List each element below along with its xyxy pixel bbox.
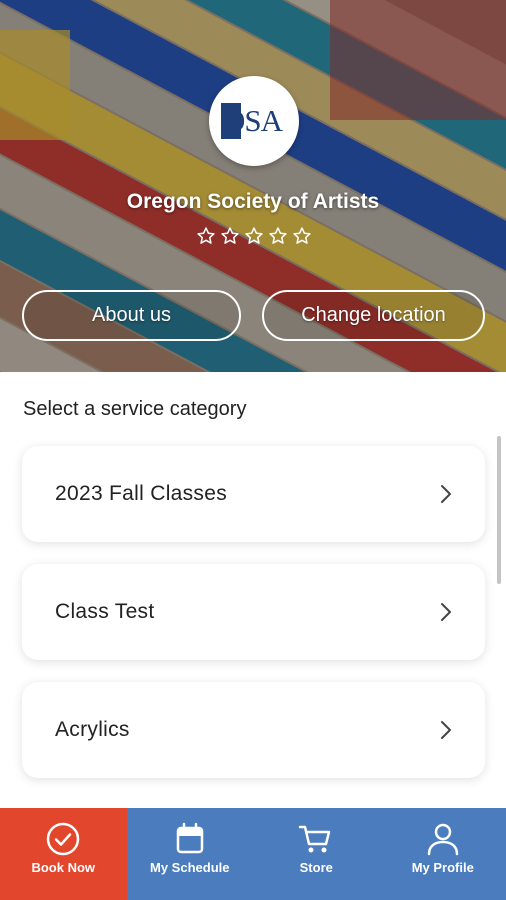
logo-text: OSA bbox=[223, 103, 283, 138]
star-icon bbox=[221, 227, 239, 244]
nav-store[interactable]: Store bbox=[253, 808, 380, 900]
user-icon bbox=[427, 823, 458, 856]
section-title: Select a service category bbox=[23, 398, 247, 420]
star-icon bbox=[197, 227, 215, 244]
category-label: Acrylics bbox=[55, 718, 130, 741]
about-us-button[interactable]: About us bbox=[22, 290, 241, 341]
nav-my-profile[interactable]: My Profile bbox=[380, 808, 506, 900]
star-icon bbox=[293, 227, 311, 244]
category-label: Class Test bbox=[55, 600, 155, 623]
organization-logo: OSA bbox=[209, 76, 299, 166]
hero-banner: OSA Oregon Society of Artists About us C… bbox=[0, 0, 506, 372]
calendar-icon bbox=[176, 822, 203, 854]
nav-label: Book Now bbox=[31, 860, 96, 875]
category-card[interactable]: 2023 Fall Classes bbox=[22, 446, 485, 542]
scrollbar[interactable] bbox=[497, 436, 501, 584]
cart-icon bbox=[299, 825, 331, 853]
nav-label: My Schedule bbox=[150, 860, 230, 875]
chevron-right-icon bbox=[441, 603, 451, 621]
nav-label: My Profile bbox=[411, 860, 474, 875]
category-label: 2023 Fall Classes bbox=[55, 482, 228, 505]
nav-label: Store bbox=[299, 860, 333, 875]
organization-name: Oregon Society of Artists bbox=[126, 190, 380, 213]
nav-my-schedule[interactable]: My Schedule bbox=[127, 808, 254, 900]
bottom-navigation: Book Now My Schedule Store My Profile bbox=[0, 808, 506, 900]
star-icon bbox=[245, 227, 263, 244]
star-icon bbox=[269, 227, 287, 244]
chevron-right-icon bbox=[441, 485, 451, 503]
category-card[interactable]: Class Test bbox=[22, 564, 485, 660]
rating-stars bbox=[196, 226, 312, 248]
chevron-right-icon bbox=[441, 721, 451, 739]
check-circle-icon bbox=[47, 822, 80, 856]
change-location-button[interactable]: Change location bbox=[262, 290, 485, 341]
nav-book-now[interactable]: Book Now bbox=[0, 808, 127, 900]
category-card[interactable]: Acrylics bbox=[22, 682, 485, 778]
